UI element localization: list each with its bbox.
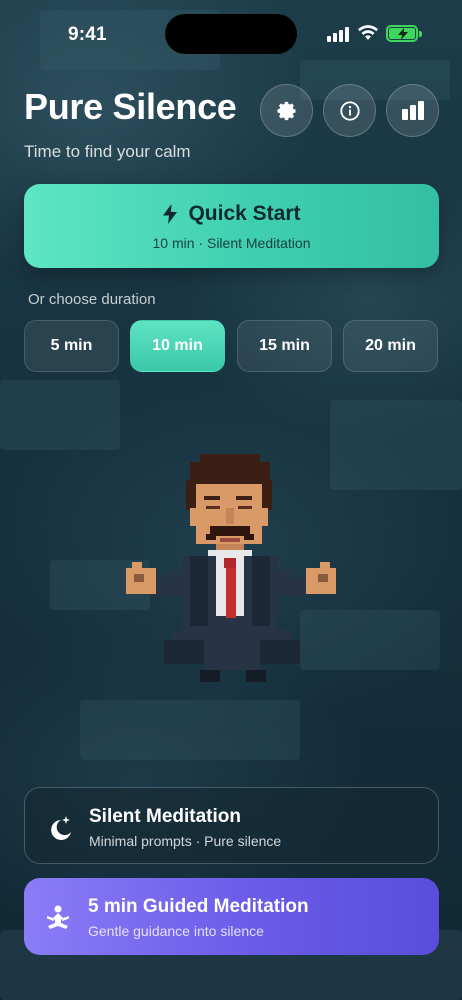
gear-icon — [276, 101, 296, 120]
guided-meditation-title: 5 min Guided Meditation — [88, 896, 309, 917]
meditating-man-illustration — [126, 454, 336, 682]
duration-10-min-button[interactable]: 10 min — [130, 320, 225, 372]
dynamic-island — [165, 14, 297, 54]
quick-start-label: Quick Start — [188, 202, 301, 225]
meditation-icon — [47, 905, 69, 929]
quick-start-button[interactable]: Quick Start 10 min · Silent Meditation — [24, 184, 439, 268]
silent-meditation-title: Silent Meditation — [89, 806, 241, 827]
silent-meditation-card[interactable]: Silent Meditation Minimal prompts · Pure… — [24, 787, 439, 864]
quick-start-subtitle: 10 min · Silent Meditation — [152, 235, 311, 251]
stats-button[interactable] — [386, 84, 439, 137]
stats-icon — [401, 100, 424, 120]
guided-meditation-card[interactable]: 5 min Guided Meditation Gentle guidance … — [24, 878, 439, 955]
duration-15-min-button[interactable]: 15 min — [237, 320, 332, 372]
duration-options: 5 min 10 min 15 min 20 min — [24, 320, 439, 372]
guided-meditation-subtitle: Gentle guidance into silence — [88, 923, 264, 939]
lightning-icon — [163, 204, 178, 224]
moon-stars-icon — [51, 816, 71, 840]
status-time: 9:41 — [68, 24, 107, 45]
duration-5-min-button[interactable]: 5 min — [24, 320, 119, 372]
info-icon — [339, 100, 360, 121]
duration-label: Or choose duration — [28, 291, 156, 308]
app-subtitle: Time to find your calm — [24, 142, 191, 161]
battery-icon — [386, 25, 422, 42]
app-title: Pure Silence — [24, 86, 237, 127]
cellular-signal-icon — [327, 26, 351, 42]
wifi-icon — [358, 25, 378, 40]
silent-meditation-subtitle: Minimal prompts · Pure silence — [89, 833, 282, 849]
duration-20-min-button[interactable]: 20 min — [343, 320, 438, 372]
info-button[interactable] — [323, 84, 376, 137]
status-bar: 9:41 — [0, 0, 462, 60]
settings-button[interactable] — [260, 84, 313, 137]
